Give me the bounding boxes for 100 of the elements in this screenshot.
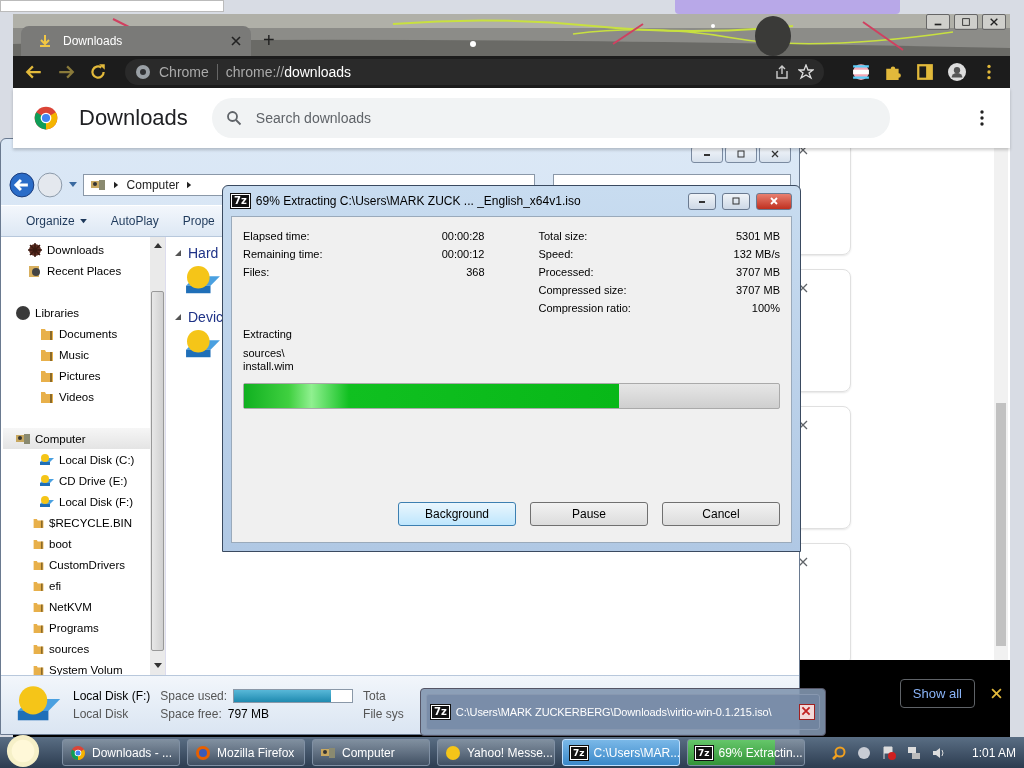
tree-item[interactable]: Music [21,344,150,365]
toolbar-button[interactable]: Prope [182,214,215,228]
preview-card[interactable]: 7z C:\Users\MARK ZUCKERBERG\Downloads\virtio-win-0.1.215.iso\ [426,694,820,730]
taskbar-item[interactable]: Yahoo! Messe... [437,739,555,766]
collapse-icon[interactable] [174,249,182,257]
tree-item[interactable]: Videos [21,386,150,407]
stat-label: Compressed size: [538,284,627,296]
taskbar-label: Yahoo! Messe... [467,745,553,760]
stat-value: 3707 MB [735,266,780,278]
stat-value: 132 MB/s [733,248,780,260]
stat-value: 100% [751,302,780,314]
taskbar-label: Computer [342,745,395,760]
search-field[interactable]: Search downloads [211,98,890,138]
new-tab-button[interactable]: + [263,29,275,52]
dialog-button[interactable]: Cancel [662,502,780,526]
tree-item[interactable]: CustomDrivers [21,554,150,575]
dialog-button[interactable]: Pause [530,502,648,526]
taskbar-item[interactable]: Computer [312,739,430,766]
status-text: Extracting [243,328,293,340]
stat-value: 368 [466,266,485,278]
scrollbar[interactable] [150,237,165,675]
tree-item[interactable]: sources [21,638,150,659]
taskbar-item[interactable]: 7z 69% Extractin... [687,739,805,766]
tree-item[interactable]: CD Drive (E:) [21,470,150,491]
stat-label: Elapsed time: [243,230,310,242]
stat-label: Total size: [538,230,588,242]
flag-icon[interactable] [880,744,897,761]
minimize-button[interactable] [688,192,716,210]
space-free-label: Space free: [160,707,222,721]
tree-item[interactable]: $RECYCLE.BIN [21,512,150,533]
tree-item[interactable]: Libraries [9,302,150,323]
maximize-button[interactable] [722,192,750,210]
toolbar-button[interactable]: AutoPlay [110,214,159,228]
close-icon [989,17,999,27]
app-logo: 7z [570,745,588,760]
breadcrumb-item[interactable]: Computer [126,178,180,192]
chrome-icon [135,64,151,80]
tree-item[interactable]: Local Disk (F:) [21,491,150,512]
start-button[interactable] [6,734,40,768]
address-bar[interactable]: Chrome chrome://downloads [125,59,824,85]
back-button[interactable] [9,172,35,198]
more-options-icon[interactable] [979,110,984,126]
close-icon[interactable] [991,688,1002,699]
dropdown-arrow-icon[interactable] [68,182,77,188]
tree-item[interactable]: efi [21,575,150,596]
close-icon[interactable] [798,557,808,567]
taskbar-item[interactable]: 7z C:\Users\MAR... [562,739,680,766]
network-icon[interactable] [905,744,922,761]
avatar-icon[interactable] [948,63,966,81]
stat-label: Speed: [538,248,574,260]
total-size-label: Tota [363,689,387,703]
stat-label: Processed: [538,266,594,278]
file-path: sources\ [243,347,286,360]
tree-item[interactable]: boot [21,533,150,554]
drive-icon [39,493,55,510]
tree-item[interactable]: Programs [21,617,150,638]
maximize-icon [961,17,971,27]
search-icon[interactable] [830,744,847,761]
tree-item[interactable]: Pictures [21,365,150,386]
close-button[interactable] [799,704,815,720]
tree-item[interactable]: Local Disk (C:) [21,449,150,470]
back-arrow-icon[interactable] [25,63,43,81]
scroll-up-icon[interactable] [153,243,162,249]
forward-arrow-icon[interactable] [57,63,75,81]
browser-tab[interactable]: Downloads [21,26,251,56]
tree-item[interactable]: Documents [21,323,150,344]
downloads-icon [27,241,43,258]
chrome-icon [70,744,86,761]
tree-item[interactable]: Downloads [9,239,150,260]
star-icon[interactable] [798,64,814,80]
scroll-down-icon[interactable] [153,663,162,669]
close-button[interactable] [756,192,792,210]
clock[interactable]: 1:01 AM [971,745,1016,760]
maximize-icon [735,150,747,158]
close-button[interactable] [982,14,1006,30]
collapse-icon[interactable] [174,313,182,321]
drive-icon [39,472,55,489]
toolbar-button[interactable]: Organize [26,214,87,228]
maximize-button[interactable] [954,14,978,30]
close-icon[interactable] [798,148,808,155]
group-header[interactable]: Devic [188,309,223,325]
scrollbar[interactable] [994,148,1008,660]
tree-item[interactable]: System Volum [21,659,150,675]
taskbar-label: C:\Users\MAR... [593,745,679,760]
profile-flag-icon[interactable] [852,63,870,81]
tree-item[interactable]: Computer [3,428,150,449]
tree-item[interactable]: Recent Places [9,260,150,281]
side-panel-icon[interactable] [916,63,934,81]
app-logo: 7z [695,745,713,760]
taskbar-item[interactable]: Downloads - ... [62,739,180,766]
group-header[interactable]: Hard [188,245,219,261]
share-icon[interactable] [774,64,790,80]
dialog-button[interactable]: Background [398,502,516,526]
drive-name: Local Disk (F:) [73,689,151,703]
drive-icon [39,451,55,468]
taskbar-item[interactable]: Mozilla Firefox [187,739,305,766]
tree-item[interactable]: NetKVM [21,596,150,617]
show-all-button[interactable]: Show all [899,679,975,708]
url-text: chrome://downloads [225,64,352,80]
reload-icon[interactable] [89,63,107,81]
